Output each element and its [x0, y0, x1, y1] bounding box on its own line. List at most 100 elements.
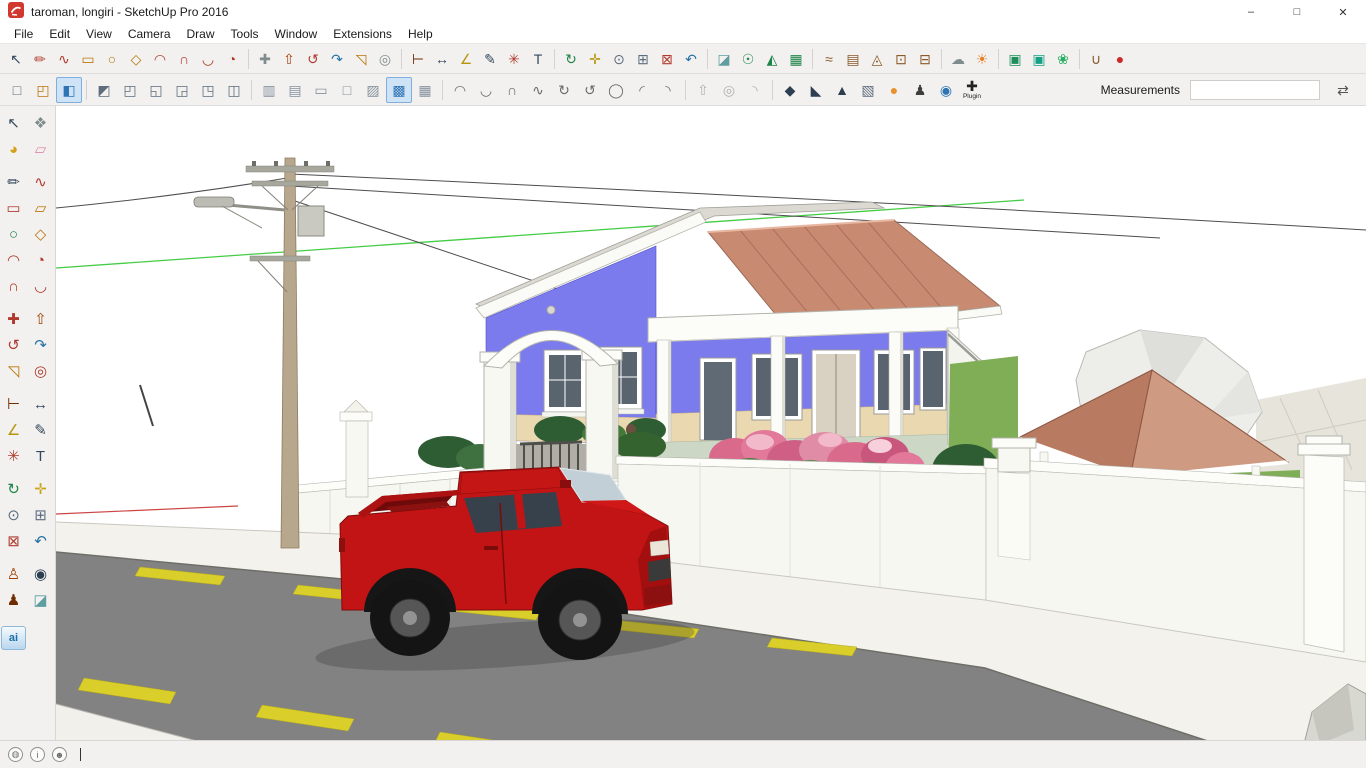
menu-view[interactable]: View — [78, 25, 120, 43]
maximize-button[interactable]: □ — [1274, 0, 1320, 24]
measurements-input[interactable] — [1190, 80, 1320, 100]
zoom-window-button[interactable]: ⊞ — [28, 503, 53, 528]
menu-draw[interactable]: Draw — [179, 25, 223, 43]
model-viewport[interactable] — [56, 106, 1366, 740]
render-plugin-green-button[interactable]: ▣ — [1003, 47, 1027, 71]
polygon-button[interactable]: ◇ — [28, 222, 53, 247]
menu-extensions[interactable]: Extensions — [325, 25, 400, 43]
open-file-button[interactable]: ◰ — [30, 77, 56, 103]
scale-figure-button[interactable]: ♟ — [907, 77, 933, 103]
joint-push-pull-button[interactable]: ⇧ — [690, 77, 716, 103]
zoom-extents-button[interactable]: ⊠ — [1, 529, 26, 554]
move-button[interactable]: ✚ — [1, 307, 26, 332]
line-button[interactable]: ✏ — [1, 170, 26, 195]
render-plugin-teal-button[interactable]: ▣ — [1027, 47, 1051, 71]
polygon-button[interactable]: ◇ — [124, 47, 148, 71]
x-ray-style-button[interactable]: ▥ — [256, 77, 282, 103]
arc-button[interactable]: ◠ — [148, 47, 172, 71]
select-button[interactable]: ↖ — [1, 111, 26, 136]
menu-camera[interactable]: Camera — [120, 25, 179, 43]
axes-button[interactable]: ✳ — [1, 444, 26, 469]
sandal-plugin-button[interactable]: ∪ — [1084, 47, 1108, 71]
offset-button[interactable]: ◎ — [373, 47, 397, 71]
rectangle-button[interactable]: ▭ — [76, 47, 100, 71]
user-credits-icon[interactable]: ☻ — [52, 747, 67, 762]
freehand-button[interactable]: ∿ — [28, 170, 53, 195]
plugin-manager-button[interactable]: ✚Plugin — [959, 77, 985, 103]
look-around-button[interactable]: ◉ — [28, 562, 53, 587]
two-point-arc-button[interactable]: ∩ — [172, 47, 196, 71]
stamp-button[interactable]: ⊡ — [889, 47, 913, 71]
right-view-button[interactable]: ◲ — [169, 77, 195, 103]
left-view-button[interactable]: ◫ — [221, 77, 247, 103]
perspective-view-button[interactable]: ◧ — [56, 77, 82, 103]
line-button[interactable]: ✏ — [28, 47, 52, 71]
offset-on-surface-button[interactable]: ◎ — [716, 77, 742, 103]
pie-button[interactable]: ◔ — [220, 47, 244, 71]
fog-button[interactable]: ☁ — [946, 47, 970, 71]
wireframe-style-button[interactable]: ▭ — [308, 77, 334, 103]
add-location-button[interactable]: ☉ — [736, 47, 760, 71]
arc-segment-left-button[interactable]: ◜ — [629, 77, 655, 103]
protractor-button[interactable]: ∠ — [1, 418, 26, 443]
front-view-button[interactable]: ◱ — [143, 77, 169, 103]
menu-window[interactable]: Window — [267, 25, 326, 43]
tape-measure-button[interactable]: ⊢ — [406, 47, 430, 71]
zoom-previous-button[interactable]: ↶ — [679, 47, 703, 71]
menu-file[interactable]: File — [6, 25, 41, 43]
spline-button[interactable]: ∿ — [525, 77, 551, 103]
zoom-button[interactable]: ⊙ — [607, 47, 631, 71]
monochrome-style-button[interactable]: ▦ — [412, 77, 438, 103]
rotate-button[interactable]: ↺ — [301, 47, 325, 71]
shadows-button[interactable]: ☀ — [970, 47, 994, 71]
menu-tools[interactable]: Tools — [223, 25, 267, 43]
pie-button[interactable]: ◔ — [28, 248, 53, 273]
position-camera-button[interactable]: ♙ — [1, 562, 26, 587]
zoom-window-button[interactable]: ⊞ — [631, 47, 655, 71]
render-plugin-leaf-button[interactable]: ❀ — [1051, 47, 1075, 71]
protractor-button[interactable]: ∠ — [454, 47, 478, 71]
circle-button[interactable]: ○ — [100, 47, 124, 71]
zoom-button[interactable]: ⊙ — [1, 503, 26, 528]
axes-button[interactable]: ✳ — [502, 47, 526, 71]
pan-button[interactable]: ✛ — [28, 477, 53, 502]
move-button[interactable]: ✚ — [253, 47, 277, 71]
shaded-style-button[interactable]: ▨ — [360, 77, 386, 103]
geolocation-icon[interactable]: ◍ — [8, 747, 23, 762]
ai-plugin-button[interactable]: ai — [1, 626, 26, 650]
photo-texture-button[interactable]: ▦ — [784, 47, 808, 71]
drape-button[interactable]: ⊟ — [913, 47, 937, 71]
close-button[interactable]: ✕ — [1320, 0, 1366, 24]
iso-view-button[interactable]: ◩ — [91, 77, 117, 103]
two-point-arc-button[interactable]: ∩ — [1, 274, 26, 299]
3d-text-button[interactable]: T — [28, 444, 53, 469]
smoove-button[interactable]: ◬ — [865, 47, 889, 71]
orbit-button[interactable]: ↻ — [559, 47, 583, 71]
sandbox-from-scratch-button[interactable]: ▤ — [841, 47, 865, 71]
top-view-button[interactable]: ◰ — [117, 77, 143, 103]
zoom-previous-button[interactable]: ↶ — [28, 529, 53, 554]
render-sphere-button[interactable]: ◉ — [933, 77, 959, 103]
rotate-button[interactable]: ↺ — [1, 333, 26, 358]
cubic-bezier-button[interactable]: ◡ — [473, 77, 499, 103]
toolbar-options-button[interactable]: ⇄ — [1330, 77, 1356, 103]
new-file-button[interactable]: □ — [4, 77, 30, 103]
soap-skin-button[interactable]: ▲ — [829, 77, 855, 103]
text-button[interactable]: ✎ — [478, 47, 502, 71]
back-edges-style-button[interactable]: ▤ — [282, 77, 308, 103]
section-plane-button[interactable]: ◪ — [28, 588, 53, 613]
rectangle-button[interactable]: ▭ — [1, 196, 26, 221]
select-button[interactable]: ↖ — [4, 47, 28, 71]
orbit-button[interactable]: ↻ — [1, 477, 26, 502]
text-button[interactable]: ✎ — [28, 418, 53, 443]
three-point-arc-button[interactable]: ◡ — [196, 47, 220, 71]
zoom-extents-button[interactable]: ⊠ — [655, 47, 679, 71]
paint-bucket-button[interactable]: ◕ — [1, 137, 26, 162]
follow-me-button[interactable]: ↷ — [28, 333, 53, 358]
helix-button[interactable]: ↺ — [577, 77, 603, 103]
back-view-button[interactable]: ◳ — [195, 77, 221, 103]
spiral-button[interactable]: ↻ — [551, 77, 577, 103]
freehand-button[interactable]: ∿ — [52, 47, 76, 71]
shaded-textures-style-button[interactable]: ▩ — [386, 77, 412, 103]
minimize-button[interactable]: – — [1228, 0, 1274, 24]
